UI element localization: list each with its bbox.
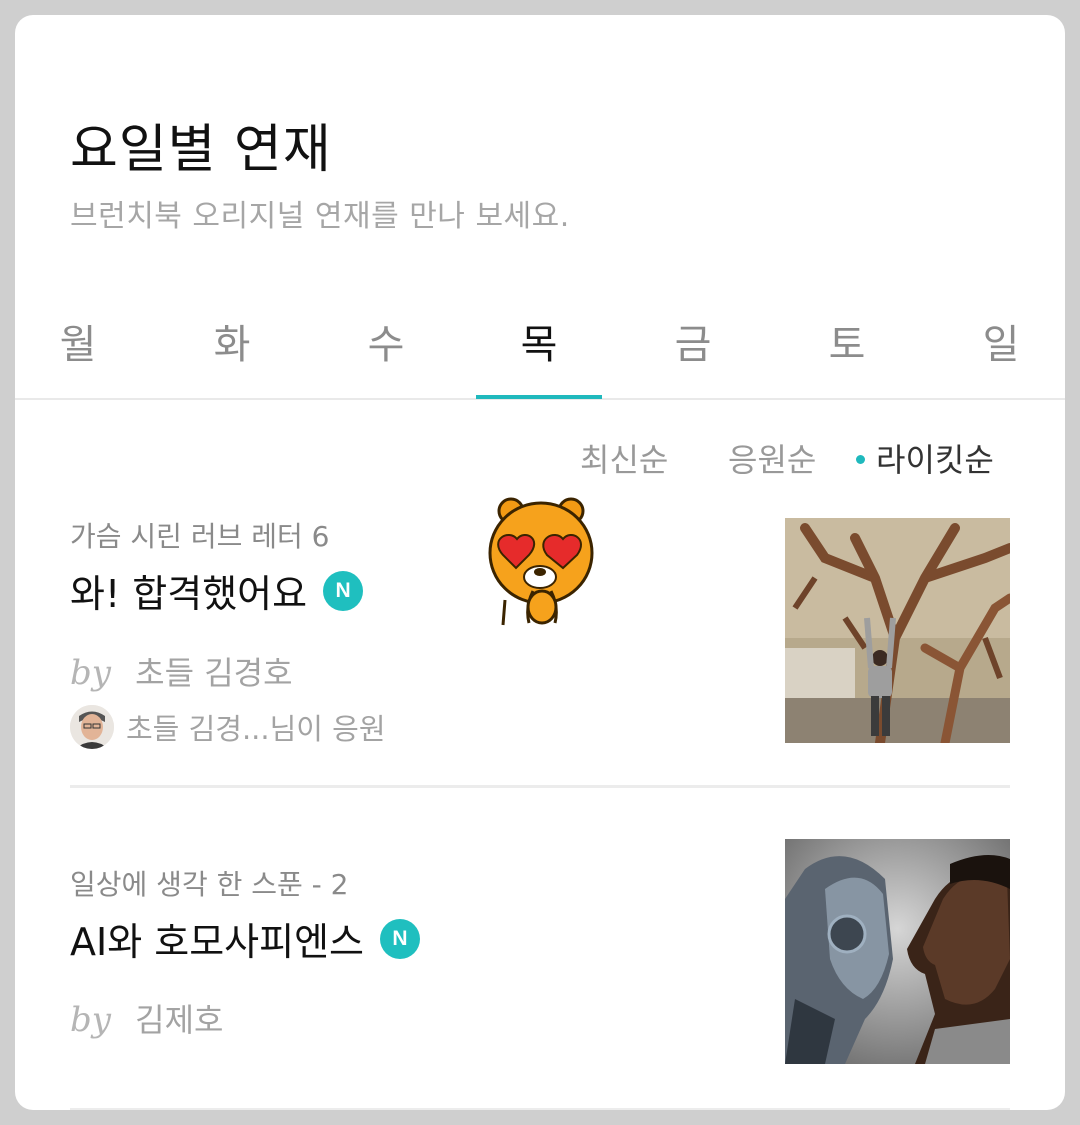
article-title[interactable]: 와! 합격했어요 N	[70, 563, 364, 618]
cheer-info: 초들 김경...님이 응원	[70, 705, 386, 749]
avatar[interactable]	[70, 705, 114, 749]
tab-monday[interactable]: 월	[15, 315, 141, 399]
by-label: by	[70, 653, 111, 693]
author-name[interactable]: 초들 김경호	[135, 654, 292, 692]
row-divider	[70, 1108, 1010, 1110]
active-tab-indicator	[476, 395, 602, 399]
heart-eyes-bear-sticker	[485, 495, 600, 630]
page-subtitle: 브런치북 오리지널 연재를 만나 보세요.	[70, 199, 570, 234]
weekly-series-card: 요일별 연재 브런치북 오리지널 연재를 만나 보세요. 월 화 수 목 금 토…	[15, 15, 1065, 1110]
sort-likeit[interactable]: 라이킷순	[876, 435, 994, 481]
series-name: 가슴 시린 러브 레터 6	[70, 520, 330, 553]
sort-cheer[interactable]: 응원순	[728, 435, 816, 481]
selected-dot-icon	[856, 455, 865, 464]
article-title[interactable]: AI와 호모사피엔스 N	[70, 911, 421, 966]
tab-wednesday[interactable]: 수	[323, 315, 449, 399]
new-badge: N	[323, 570, 364, 611]
tab-thursday[interactable]: 목	[476, 315, 602, 399]
author-name[interactable]: 김제호	[135, 1001, 223, 1039]
new-badge: N	[380, 918, 421, 959]
tab-tuesday[interactable]: 화	[169, 315, 295, 399]
cheer-text: 초들 김경...님이 응원	[126, 712, 386, 746]
article-thumbnail[interactable]	[785, 518, 1010, 743]
tab-sunday[interactable]: 일	[938, 315, 1064, 399]
sort-latest[interactable]: 최신순	[580, 435, 668, 481]
tab-saturday[interactable]: 토	[784, 315, 910, 399]
row-divider	[70, 785, 1010, 788]
series-name: 일상에 생각 한 스푼 - 2	[70, 868, 349, 901]
weekday-tabs: 월 화 수 목 금 토 일	[15, 315, 1065, 399]
by-label: by	[70, 1000, 111, 1040]
tab-friday[interactable]: 금	[630, 315, 756, 399]
page-title: 요일별 연재	[70, 120, 332, 180]
article-thumbnail[interactable]	[785, 839, 1010, 1064]
byline: by 초들 김경호	[70, 648, 293, 694]
byline: by 김제호	[70, 995, 223, 1041]
sort-options: 최신순 응원순 라이킷순	[580, 435, 1010, 481]
